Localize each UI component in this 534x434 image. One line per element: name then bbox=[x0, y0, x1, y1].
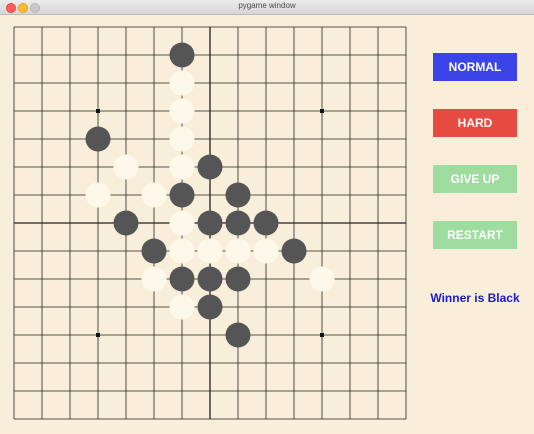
white-stone[interactable] bbox=[225, 238, 251, 264]
black-stone[interactable] bbox=[253, 210, 279, 236]
normal-button[interactable]: NORMAL bbox=[433, 53, 517, 81]
restart-button[interactable]: RESTART bbox=[433, 221, 517, 249]
black-stone[interactable] bbox=[169, 266, 195, 292]
star-point bbox=[96, 333, 100, 337]
white-stone[interactable] bbox=[169, 238, 195, 264]
black-stone[interactable] bbox=[225, 182, 251, 208]
give-up-button[interactable]: GIVE UP bbox=[433, 165, 517, 193]
black-stone[interactable] bbox=[225, 210, 251, 236]
black-stone[interactable] bbox=[141, 238, 167, 264]
white-stone[interactable] bbox=[85, 182, 111, 208]
white-stone[interactable] bbox=[169, 98, 195, 124]
white-stone[interactable] bbox=[169, 154, 195, 180]
title-bar: pygame window bbox=[0, 0, 534, 15]
black-stone[interactable] bbox=[197, 266, 223, 292]
white-stone[interactable] bbox=[169, 70, 195, 96]
black-stone[interactable] bbox=[85, 126, 111, 152]
star-point bbox=[96, 109, 100, 113]
black-stone[interactable] bbox=[197, 294, 223, 320]
window-title: pygame window bbox=[238, 1, 296, 10]
black-stone[interactable] bbox=[197, 210, 223, 236]
white-stone[interactable] bbox=[169, 294, 195, 320]
winner-status: Winner is Black bbox=[430, 291, 520, 305]
star-point bbox=[320, 109, 324, 113]
black-stone[interactable] bbox=[225, 322, 251, 348]
black-stone[interactable] bbox=[113, 210, 139, 236]
black-stone[interactable] bbox=[225, 266, 251, 292]
gomoku-board[interactable] bbox=[0, 14, 420, 434]
white-stone[interactable] bbox=[169, 126, 195, 152]
white-stone[interactable] bbox=[113, 154, 139, 180]
black-stone[interactable] bbox=[197, 154, 223, 180]
black-stone[interactable] bbox=[169, 182, 195, 208]
white-stone[interactable] bbox=[169, 210, 195, 236]
hard-button[interactable]: HARD bbox=[433, 109, 517, 137]
star-point bbox=[320, 333, 324, 337]
white-stone[interactable] bbox=[141, 266, 167, 292]
white-stone[interactable] bbox=[309, 266, 335, 292]
white-stone[interactable] bbox=[197, 238, 223, 264]
black-stone[interactable] bbox=[169, 42, 195, 68]
white-stone[interactable] bbox=[141, 182, 167, 208]
black-stone[interactable] bbox=[281, 238, 307, 264]
white-stone[interactable] bbox=[253, 238, 279, 264]
